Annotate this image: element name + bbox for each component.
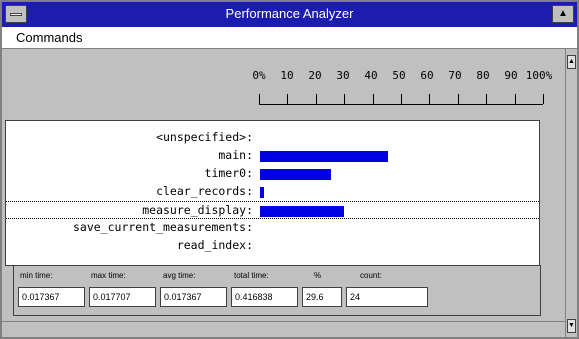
function-name: save_current_measurements:	[72, 220, 253, 234]
scroll-up-arrow-icon[interactable]: ▲	[567, 55, 576, 69]
title-bar[interactable]: Performance Analyzer ▲	[2, 2, 577, 27]
function-row[interactable]: clear_records:	[6, 183, 539, 201]
statistics-panel: min time: max time: avg time: total time…	[13, 265, 541, 316]
function-row[interactable]: measure_display:	[6, 201, 539, 219]
function-list[interactable]: <unspecified>: main: timer0: clear_records:…	[5, 120, 540, 266]
function-row[interactable]: save_current_measurements:	[6, 219, 539, 237]
scale-label: 70	[448, 69, 462, 82]
scale-tick	[401, 94, 402, 104]
percent-bar	[260, 206, 345, 217]
total-time-label: total time:	[234, 271, 269, 280]
scale-tick	[486, 94, 488, 104]
function-row[interactable]: timer0:	[6, 165, 539, 183]
scale-tick	[344, 94, 346, 104]
function-name: read_index:	[176, 238, 253, 252]
scale-tick	[259, 94, 260, 104]
performance-analyzer-window: Performance Analyzer ▲ Commands 0% 10 20…	[0, 0, 579, 339]
percent-scale-labels: 0% 10 20 30 40 50 60 70 80 90 100%	[2, 69, 565, 85]
max-time-label: max time:	[91, 271, 126, 280]
percent-field: 29.6	[302, 287, 342, 307]
function-name: clear_records:	[156, 184, 253, 198]
count-field: 24	[346, 287, 428, 307]
percent-scale-ruler	[259, 94, 544, 105]
scale-label: 10	[280, 69, 294, 82]
scale-label: 60	[420, 69, 434, 82]
maximize-button[interactable]: ▲	[552, 5, 574, 23]
window-title: Performance Analyzer	[225, 6, 354, 21]
scale-label: 0%	[252, 69, 266, 82]
scale-tick	[514, 94, 516, 104]
function-name: timer0:	[204, 166, 253, 180]
menu-commands[interactable]: Commands	[16, 30, 82, 45]
min-time-label: min time:	[20, 271, 53, 280]
vertical-scrollbar[interactable]: ▲ ▼	[565, 49, 577, 337]
max-time-field: 0.017707	[89, 287, 156, 307]
scale-tick	[315, 94, 317, 104]
total-time-field: 0.416838	[231, 287, 298, 307]
min-time-field: 0.017367	[18, 287, 85, 307]
scale-label: 20	[308, 69, 322, 82]
scale-tick	[372, 94, 374, 104]
count-label: count:	[360, 271, 382, 280]
scroll-down-arrow-icon[interactable]: ▼	[567, 319, 576, 333]
avg-time-label: avg time:	[163, 271, 196, 280]
horizontal-scrollbar[interactable]	[2, 321, 565, 337]
percent-bar	[260, 151, 388, 162]
function-row[interactable]: main:	[6, 147, 539, 165]
scale-tick	[287, 94, 289, 104]
function-name: main:	[218, 148, 253, 162]
scale-label: 90	[504, 69, 518, 82]
scale-label: 50	[392, 69, 406, 82]
scale-tick	[543, 94, 544, 104]
function-name: <unspecified>:	[156, 130, 253, 144]
function-name: measure_display:	[142, 203, 253, 217]
scale-label: 100%	[525, 69, 553, 82]
percent-label: %	[314, 271, 322, 280]
scale-label: 40	[364, 69, 378, 82]
menu-bar: Commands	[2, 27, 577, 49]
scale-tick	[457, 94, 459, 104]
scale-tick	[429, 94, 431, 104]
client-area: 0% 10 20 30 40 50 60 70 80 90 100% <unsp…	[2, 49, 565, 321]
avg-time-field: 0.017367	[160, 287, 227, 307]
percent-bar	[260, 187, 265, 198]
scale-label: 80	[476, 69, 490, 82]
function-row[interactable]: <unspecified>:	[6, 129, 539, 147]
percent-bar	[260, 169, 331, 180]
function-row[interactable]: read_index:	[6, 237, 539, 255]
scale-label: 30	[336, 69, 350, 82]
